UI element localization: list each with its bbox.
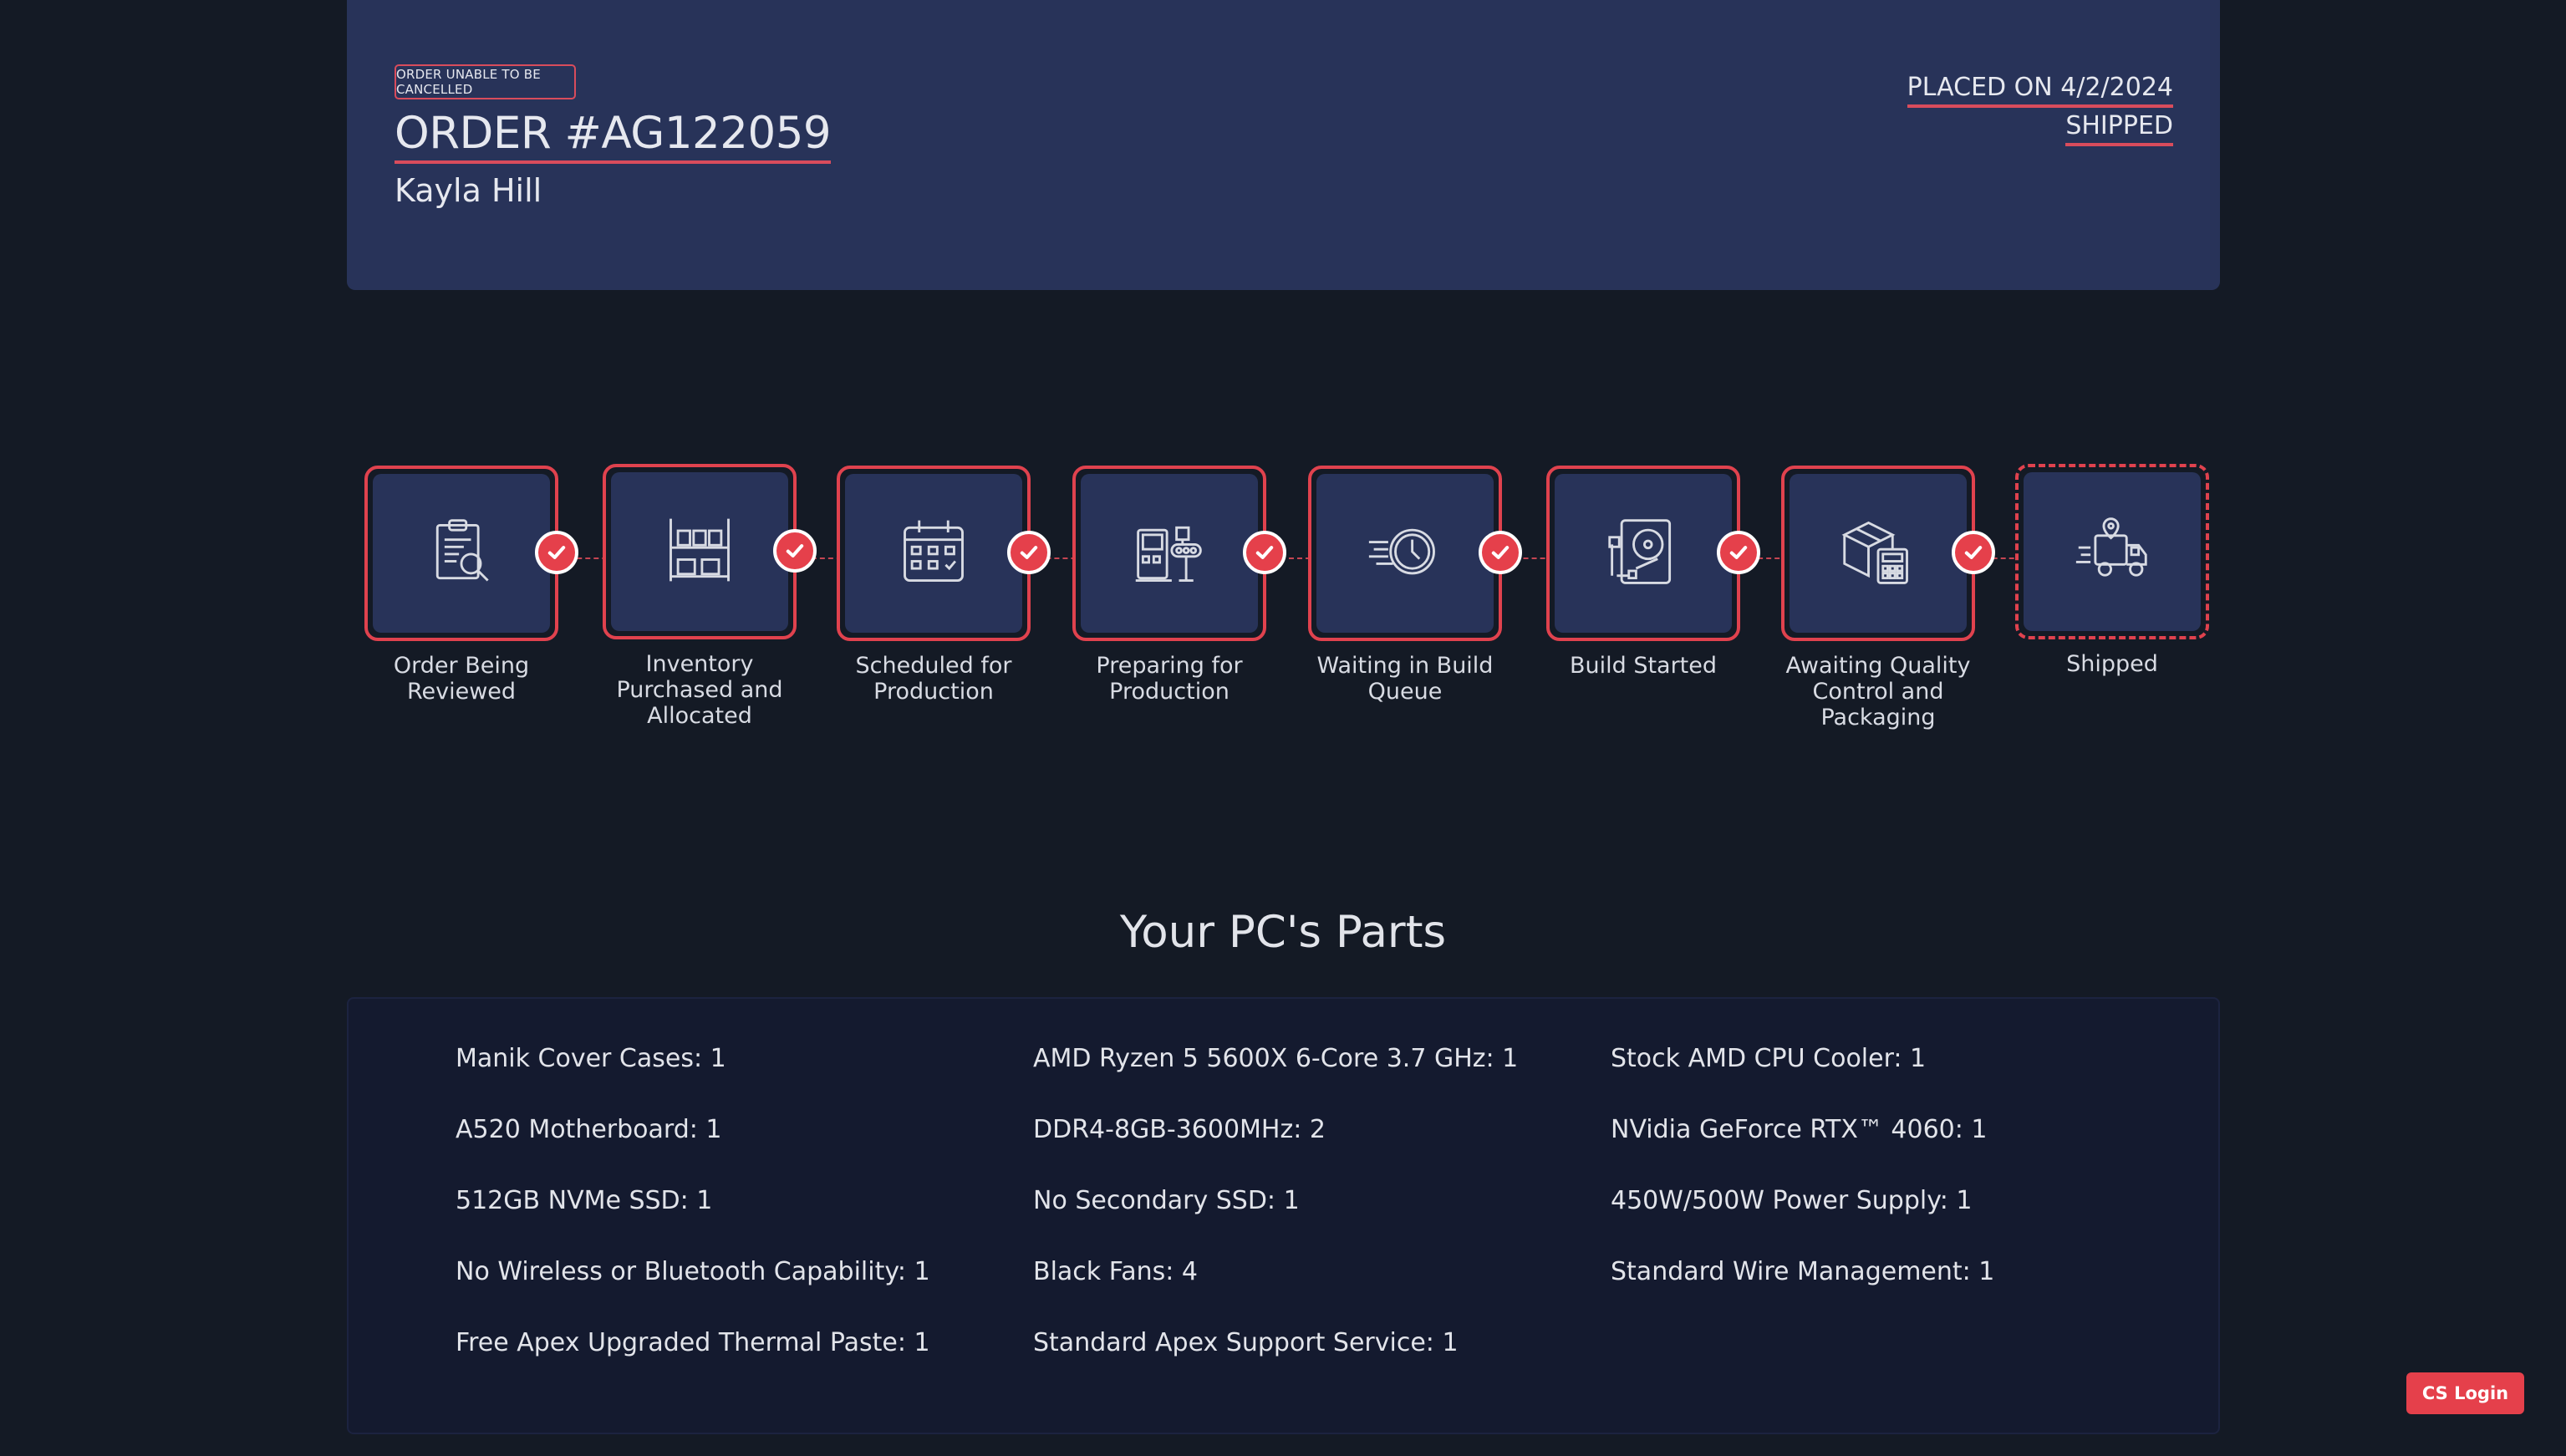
shelves-icon [661,512,738,592]
step-label: Build Started [1569,653,1718,679]
part-item: Stock AMD CPU Cooler: 1 [1611,1044,1927,1073]
clipboard-search-icon [423,513,500,593]
step-label: Order Being Reviewed [393,653,530,705]
order-status: SHIPPED [2065,109,2173,146]
step-label: Inventory Purchased and Allocated [616,651,783,729]
calendar-icon [895,513,972,593]
progress-step: Order Being Reviewed [364,466,578,705]
part-item: No Wireless or Bluetooth Capability: 1 [456,1257,930,1286]
step-label: Shipped [2066,651,2158,677]
step-icon-box [1072,466,1286,641]
parts-heading: Your PC's Parts [1119,907,1447,958]
part-item: Standard Wire Management: 1 [1611,1257,1995,1286]
step-label: Preparing for Production [1096,653,1243,705]
order-title: ORDER #AG122059 [395,107,832,164]
progress-step: Inventory Purchased and Allocated [603,464,817,729]
part-item: Standard Apex Support Service: 1 [1033,1328,1459,1357]
part-item: 512GB NVMe SSD: 1 [456,1186,713,1215]
progress-step: Build Started [1546,466,1760,679]
machine-icon [1131,513,1208,593]
progress-step: Waiting in Build Queue [1308,466,1522,705]
hard-drive-icon [1605,513,1682,593]
part-item: No Secondary SSD: 1 [1033,1186,1300,1215]
cancel-status-badge: ORDER UNABLE TO BE CANCELLED [395,64,576,99]
progress-step: Preparing for Production [1072,466,1286,705]
progress-step-current: Shipped [2015,464,2209,677]
step-icon-box [1546,466,1760,641]
step-icon-box [2015,464,2209,639]
clock-fast-icon [1367,513,1443,593]
progress-step: Awaiting Quality Control and Packaging [1781,466,1995,731]
progress-step: Scheduled for Production [837,466,1051,705]
part-item: Manik Cover Cases: 1 [456,1044,726,1073]
part-item: Free Apex Upgraded Thermal Paste: 1 [456,1328,930,1357]
step-icon-box [603,464,817,639]
part-item: DDR4-8GB-3600MHz: 2 [1033,1115,1326,1144]
step-complete-check-icon [1717,531,1760,574]
customer-name: Kayla Hill [395,172,542,209]
placed-on-date: PLACED ON 4/2/2024 [1907,71,2173,108]
step-complete-check-icon [1243,531,1286,574]
step-complete-check-icon [1952,531,1995,574]
order-header-card: ORDER UNABLE TO BE CANCELLED ORDER #AG12… [347,0,2220,290]
part-item: AMD Ryzen 5 5600X 6-Core 3.7 GHz: 1 [1033,1044,1519,1073]
step-icon-box [1308,466,1522,641]
step-complete-check-icon [1007,531,1051,574]
delivery-truck-icon [2074,512,2151,592]
step-icon-box [364,466,578,641]
parts-list-card: Manik Cover Cases: 1 A520 Motherboard: 1… [347,997,2220,1434]
step-complete-check-icon [535,531,578,574]
part-item: 450W/500W Power Supply: 1 [1611,1186,1973,1215]
part-item: NVidia GeForce RTX™ 4060: 1 [1611,1115,1988,1144]
part-item: A520 Motherboard: 1 [456,1115,722,1144]
box-calculator-icon [1840,513,1917,593]
step-icon-box [1781,466,1995,641]
step-icon-box [837,466,1051,641]
cs-login-button[interactable]: CS Login [2406,1372,2524,1414]
step-complete-check-icon [773,529,817,573]
part-item: Black Fans: 4 [1033,1257,1198,1286]
step-label: Scheduled for Production [855,653,1012,705]
step-label: Waiting in Build Queue [1316,653,1494,705]
step-complete-check-icon [1479,531,1522,574]
step-label: Awaiting Quality Control and Packaging [1785,653,1971,731]
